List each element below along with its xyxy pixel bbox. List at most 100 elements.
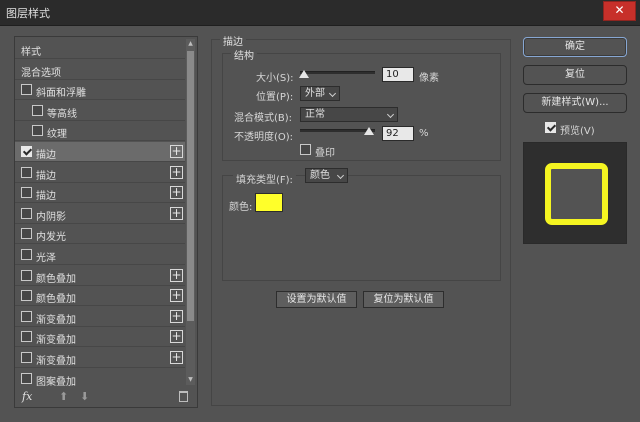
- size-slider-knob[interactable]: [298, 70, 309, 78]
- blend-mode-select[interactable]: 正常: [300, 107, 398, 122]
- effect-item[interactable]: 描边 +: [15, 142, 185, 162]
- scroll-down-icon[interactable]: ▼: [186, 375, 195, 385]
- window-title: 图层样式: [6, 7, 50, 20]
- effect-checkbox[interactable]: [32, 125, 43, 137]
- scrollbar-thumb[interactable]: [187, 51, 194, 321]
- effect-item[interactable]: 样式: [15, 39, 185, 59]
- reset-default-button[interactable]: 复位为默认值: [363, 291, 444, 308]
- effect-label: 渐变叠加: [36, 314, 76, 326]
- color-label: 颜色:: [229, 202, 253, 213]
- position-select[interactable]: 外部: [300, 86, 340, 101]
- effects-scrollbar[interactable]: ▲ ▼: [186, 39, 195, 385]
- position-label: 位置(P):: [256, 92, 294, 103]
- effect-checkbox[interactable]: [21, 352, 32, 363]
- effect-checkbox[interactable]: [21, 290, 32, 302]
- effect-item[interactable]: 描边 +: [15, 183, 185, 204]
- opacity-input[interactable]: 92: [382, 126, 414, 141]
- blend-mode-value: 正常: [305, 109, 325, 120]
- add-effect-icon[interactable]: +: [170, 330, 183, 344]
- size-input[interactable]: 10: [382, 67, 414, 82]
- chevron-down-icon: [336, 171, 345, 180]
- effect-label: 颜色叠加: [36, 294, 76, 306]
- effect-item[interactable]: 斜面和浮雕: [15, 80, 185, 101]
- add-effect-icon[interactable]: +: [170, 351, 183, 364]
- preview-label: 预览(V): [560, 126, 595, 137]
- effect-checkbox[interactable]: [21, 249, 32, 260]
- close-button[interactable]: ✕: [603, 1, 636, 21]
- scroll-up-icon[interactable]: ▲: [186, 39, 195, 49]
- overprint-checkbox[interactable]: [300, 144, 311, 155]
- effect-label: 渐变叠加: [36, 335, 76, 347]
- effect-checkbox[interactable]: [21, 187, 32, 199]
- effect-item[interactable]: 纹理: [15, 121, 185, 142]
- effect-item[interactable]: 混合选项: [15, 60, 185, 80]
- effect-checkbox[interactable]: [21, 166, 32, 178]
- effect-item[interactable]: 等高线: [15, 101, 185, 121]
- effect-label: 内发光: [36, 232, 66, 244]
- effect-label: 等高线: [47, 108, 77, 120]
- blend-mode-label: 混合模式(B):: [234, 113, 293, 124]
- move-up-icon[interactable]: ⬆: [59, 390, 68, 403]
- effect-item[interactable]: 内发光: [15, 224, 185, 245]
- size-label: 大小(S):: [256, 73, 294, 84]
- effects-list: 样式 混合选项 斜面和浮雕 等高线 纹理 描边 + 描边 + 描边 + 内阴影 + 内发光 光泽 颜色叠加 + 颜…: [15, 37, 197, 387]
- effect-label: 混合选项: [21, 67, 61, 79]
- effect-label: 描边: [36, 191, 56, 203]
- preview-checkbox[interactable]: [545, 122, 556, 133]
- effect-item[interactable]: 渐变叠加 +: [15, 327, 185, 348]
- effect-label: 光泽: [36, 253, 56, 264]
- effects-footer: fx ⬆ ⬇: [15, 387, 197, 407]
- add-effect-icon[interactable]: +: [170, 206, 183, 220]
- effect-item[interactable]: 颜色叠加 +: [15, 266, 185, 286]
- chevron-down-icon: [386, 110, 395, 119]
- effects-panel: 样式 混合选项 斜面和浮雕 等高线 纹理 描边 + 描边 + 描边 + 内阴影 + 内发光 光泽 颜色叠加 + 颜…: [14, 36, 198, 408]
- effect-label: 描边: [36, 170, 56, 182]
- effect-checkbox[interactable]: [21, 269, 32, 281]
- effect-checkbox[interactable]: [21, 207, 32, 219]
- set-default-button[interactable]: 设置为默认值: [276, 291, 357, 308]
- new-style-button[interactable]: 新建样式(W)...: [523, 93, 627, 113]
- opacity-label: 不透明度(O):: [234, 132, 294, 143]
- add-effect-icon[interactable]: +: [170, 309, 183, 323]
- fill-group: [222, 175, 501, 281]
- effect-checkbox[interactable]: [21, 146, 32, 157]
- stroke-section-title: 描边: [220, 33, 246, 48]
- effect-checkbox[interactable]: [21, 372, 32, 384]
- opacity-slider-knob[interactable]: [364, 127, 374, 135]
- size-slider[interactable]: [300, 71, 375, 74]
- effect-item[interactable]: 描边 +: [15, 163, 185, 183]
- add-effect-icon[interactable]: +: [170, 268, 183, 282]
- add-effect-icon[interactable]: +: [170, 145, 183, 158]
- ok-button[interactable]: 确定: [523, 37, 627, 57]
- effect-label: 渐变叠加: [36, 356, 76, 367]
- structure-title: 结构: [231, 47, 257, 62]
- add-effect-icon[interactable]: +: [170, 186, 183, 200]
- effect-label: 样式: [21, 47, 41, 58]
- effect-item[interactable]: 颜色叠加 +: [15, 286, 185, 307]
- effect-item[interactable]: 光泽: [15, 245, 185, 265]
- effect-item[interactable]: 渐变叠加 +: [15, 307, 185, 327]
- effect-label: 纹理: [47, 129, 67, 141]
- move-down-icon[interactable]: ⬇: [80, 390, 89, 403]
- effect-checkbox[interactable]: [21, 331, 32, 343]
- effect-checkbox[interactable]: [32, 104, 43, 116]
- add-effect-icon[interactable]: +: [170, 289, 183, 303]
- effect-item[interactable]: 图案叠加: [15, 369, 185, 387]
- effect-checkbox[interactable]: [21, 310, 32, 322]
- title-bar: 图层样式 ✕: [0, 0, 640, 26]
- overprint-label: 叠印: [315, 148, 335, 159]
- effect-item[interactable]: 内阴影 +: [15, 204, 185, 224]
- position-value: 外部: [305, 88, 325, 99]
- trash-icon[interactable]: [179, 391, 188, 402]
- fill-type-select[interactable]: 颜色: [305, 168, 348, 183]
- fx-button[interactable]: fx: [22, 390, 32, 403]
- preview-stroke-square: [545, 163, 608, 225]
- effect-checkbox[interactable]: [21, 84, 32, 96]
- effect-checkbox[interactable]: [21, 228, 32, 240]
- add-effect-icon[interactable]: +: [170, 165, 183, 179]
- fill-type-value: 颜色: [310, 170, 330, 181]
- size-unit: 像素: [419, 73, 439, 84]
- stroke-color-swatch[interactable]: [255, 193, 283, 212]
- effect-item[interactable]: 渐变叠加 +: [15, 348, 185, 368]
- reset-button[interactable]: 复位: [523, 65, 627, 85]
